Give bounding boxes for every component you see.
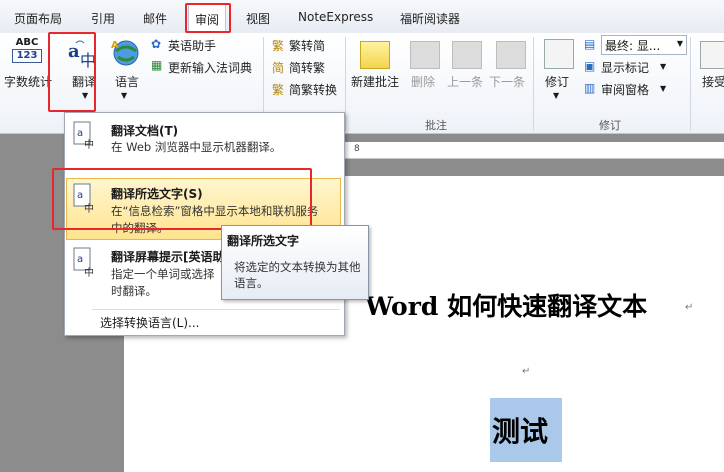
tab-references[interactable]: 引用 (91, 10, 115, 27)
review-pane-button[interactable]: 审阅窗格 (601, 81, 649, 98)
chevron-down-icon[interactable]: ▼ (553, 91, 559, 100)
tooltip-title: 翻译所选文字 (227, 234, 300, 248)
tab-noteexpress[interactable]: NoteExpress (298, 10, 373, 24)
translate-document-item[interactable]: 翻译文档(T) (111, 122, 178, 139)
tab-mailings[interactable]: 邮件 (143, 10, 167, 27)
tab-view[interactable]: 视图 (246, 10, 270, 27)
screentip-tooltip: 翻译所选文字 将选定的文本转换为其他语言。 (221, 225, 369, 300)
ruler-mark: 8 (354, 144, 360, 154)
word-count-icon-top: ABC (15, 37, 39, 48)
group-separator (345, 37, 346, 131)
translate-screentip-icon: a中 (72, 246, 98, 280)
display-for-review-icon: ▤ (584, 37, 596, 51)
english-assistant-icon: ✿ (151, 37, 162, 51)
word-count-icon-bottom: 123 (12, 49, 42, 63)
translate-button-highlight (48, 32, 96, 112)
chevron-down-icon[interactable]: ▼ (660, 84, 666, 93)
previous-comment-button[interactable]: 上一条 (447, 73, 483, 90)
paragraph-mark: ↵ (522, 366, 531, 377)
track-changes-icon[interactable] (544, 39, 574, 69)
previous-comment-icon (452, 41, 482, 69)
translate-selection-highlight (52, 168, 312, 230)
chevron-down-icon[interactable]: ▼ (121, 91, 127, 100)
language-button[interactable]: 语言 (115, 73, 139, 90)
delete-comment-icon (410, 41, 440, 69)
trad-to-simp-icon: 繁 (272, 39, 285, 53)
trad-simp-convert-button[interactable]: 简繁转换 (289, 81, 337, 98)
paragraph-mark: ↵ (685, 302, 694, 313)
next-comment-button[interactable]: 下一条 (489, 73, 525, 90)
translate-document-desc: 在 Web 浏览器中显示机器翻译。 (111, 140, 282, 154)
new-comment-button[interactable]: 新建批注 (351, 73, 399, 90)
language-globe-icon[interactable]: A (110, 37, 142, 69)
translate-document-icon: a中 (72, 120, 98, 151)
chevron-down-icon: ▼ (676, 39, 683, 48)
display-for-review-value: 最终: 显... (605, 39, 661, 53)
simp-to-trad-icon: 简 (272, 61, 285, 75)
group-separator (690, 37, 691, 131)
word-count-button[interactable]: 字数统计 (4, 73, 52, 90)
next-comment-icon (496, 41, 526, 69)
selected-text[interactable]: 测试 (492, 410, 548, 450)
review-tab-highlight (185, 3, 231, 33)
show-markup-button[interactable]: 显示标记 (601, 59, 649, 76)
trad-to-simp-button[interactable]: 繁转简 (289, 37, 325, 54)
delete-comment-button[interactable]: 删除 (411, 73, 435, 90)
document-title-text[interactable]: Word 如何快速翻译文本 (365, 287, 647, 323)
trad-simp-convert-icon: 繁 (272, 83, 285, 97)
translate-screentip-desc: 指定一个单词或选择时翻译。 (111, 267, 215, 298)
chevron-down-icon[interactable]: ▼ (660, 62, 666, 71)
accept-icon[interactable] (700, 41, 724, 69)
translate-screentip-item[interactable]: 翻译屏幕提示[英语助 (111, 248, 225, 265)
show-markup-icon: ▣ (584, 59, 596, 73)
choose-translation-language-item[interactable]: 选择转换语言(L)... (100, 314, 200, 331)
update-ime-dictionary-button[interactable]: 更新输入法词典 (168, 59, 252, 76)
menu-separator (92, 309, 340, 310)
svg-text:A: A (111, 40, 119, 51)
tab-foxit-reader[interactable]: 福昕阅读器 (400, 10, 460, 27)
word-count-icon[interactable]: ABC 123 (12, 37, 42, 67)
tooltip-body: 将选定的文本转换为其他语言。 (234, 260, 361, 290)
simp-to-trad-button[interactable]: 简转繁 (289, 59, 325, 76)
new-comment-icon[interactable] (360, 41, 390, 69)
english-assistant-button[interactable]: 英语助手 (168, 37, 216, 54)
svg-text:a: a (77, 254, 83, 265)
display-for-review-select[interactable]: 最终: 显... ▼ (601, 35, 687, 55)
group-separator (533, 37, 534, 131)
comments-group-label: 批注 (425, 119, 447, 132)
track-changes-button[interactable]: 修订 (545, 73, 569, 90)
tab-page-layout[interactable]: 页面布局 (14, 10, 62, 27)
ribbon-tab-bar: 页面布局 引用 邮件 审阅 视图 NoteExpress 福昕阅读器 (0, 0, 724, 34)
svg-text:中: 中 (84, 138, 94, 150)
update-dictionary-icon: ▦ (151, 58, 163, 72)
svg-text:a: a (77, 128, 83, 139)
review-pane-icon: ▥ (584, 81, 596, 95)
accept-button[interactable]: 接受 (702, 73, 724, 90)
tracking-group-label: 修订 (599, 119, 621, 132)
svg-text:中: 中 (84, 266, 94, 279)
